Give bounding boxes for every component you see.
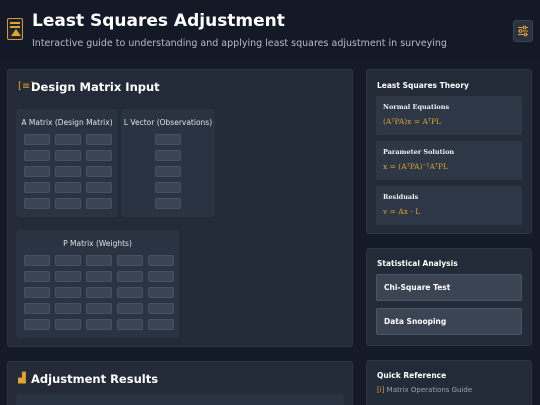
a-matrix-cell[interactable] [24,182,50,193]
l-vector-cell[interactable] [155,198,181,209]
l-vector-box: L Vector (Observations) [121,109,215,217]
p-matrix-cell[interactable] [86,271,112,282]
p-matrix-cell[interactable] [55,255,81,266]
residuals-heading: Residuals [383,193,419,201]
design-matrix-panel: [≡] Design Matrix Input A Matrix (Design… [7,69,353,347]
l-vector-cell[interactable] [155,134,181,145]
design-matrix-title: Design Matrix Input [31,80,160,94]
p-matrix-label: P Matrix (Weights) [63,239,132,248]
p-matrix-cell[interactable] [148,255,174,266]
theory-title: Least Squares Theory [377,81,469,90]
p-matrix-cell[interactable] [55,303,81,314]
data-snooping-button[interactable]: Data Snooping [376,308,522,335]
l-vector-label: L Vector (Observations) [123,118,213,127]
a-matrix-cell[interactable] [24,166,50,177]
p-matrix-cell[interactable] [117,271,143,282]
p-matrix-cell[interactable] [117,287,143,298]
app-subtitle: Interactive guide to understanding and a… [32,38,447,49]
a-matrix-cell[interactable] [55,166,81,177]
p-matrix-cell[interactable] [24,303,50,314]
logo [7,18,23,40]
l-vector-cell[interactable] [155,166,181,177]
a-matrix-cell[interactable] [86,182,112,193]
p-matrix-cell[interactable] [117,319,143,330]
quick-reference-panel: Quick Reference [366,360,532,405]
p-matrix-cell[interactable] [24,271,50,282]
a-matrix-cell[interactable] [55,134,81,145]
matrix-operations-guide-label: Matrix Operations Guide [386,386,473,394]
parameter-solution-card: Parameter Solution x = (AᵀPA)⁻¹AᵀPL [376,141,522,180]
matrix-operations-guide-link[interactable]: [i] Matrix Operations Guide [377,386,472,394]
normal-equations-formula: (AᵀPA)x = AᵀPL [383,117,442,126]
p-matrix-cell[interactable] [148,271,174,282]
adjustment-results-title: Adjustment Results [31,372,159,386]
results-content [16,394,344,405]
quick-reference-title: Quick Reference [377,371,447,380]
a-matrix-cell[interactable] [55,198,81,209]
parameter-solution-heading: Parameter Solution [383,148,455,156]
a-matrix-box: A Matrix (Design Matrix) [16,109,118,217]
residuals-formula: v = Ax - L [383,207,421,216]
p-matrix-cell[interactable] [117,255,143,266]
a-matrix-cell[interactable] [86,198,112,209]
p-matrix-cell[interactable] [86,303,112,314]
p-matrix-cell[interactable] [24,319,50,330]
a-matrix-cell[interactable] [24,134,50,145]
a-matrix-label: A Matrix (Design Matrix) [21,118,113,127]
p-matrix-cell[interactable] [148,287,174,298]
p-matrix-cell[interactable] [86,287,112,298]
p-matrix-cell[interactable] [24,255,50,266]
parameter-solution-formula: x = (AᵀPA)⁻¹AᵀPL [383,162,449,171]
p-matrix-cell[interactable] [86,255,112,266]
a-matrix-cell[interactable] [24,198,50,209]
p-matrix-cell[interactable] [117,303,143,314]
l-vector-cell[interactable] [155,150,181,161]
app-title: Least Squares Adjustment [32,11,285,31]
statistical-analysis-title: Statistical Analysis [377,259,458,268]
sliders-icon [518,25,528,37]
a-matrix-cell[interactable] [86,166,112,177]
l-vector-cell[interactable] [155,182,181,193]
settings-button[interactable] [513,20,533,42]
p-matrix-cell[interactable] [55,271,81,282]
app-header: Least Squares Adjustment Interactive gui… [0,0,540,60]
a-matrix-cell[interactable] [24,150,50,161]
a-matrix-cell[interactable] [86,150,112,161]
normal-equations-card: Normal Equations (AᵀPA)x = AᵀPL [376,96,522,135]
p-matrix-cell[interactable] [24,287,50,298]
doc-icon: [i] [377,386,385,394]
residuals-card: Residuals v = Ax - L [376,186,522,225]
a-matrix-cell[interactable] [86,134,112,145]
a-matrix-cell[interactable] [55,182,81,193]
chart-icon: ▟ [18,373,26,384]
p-matrix-cell[interactable] [86,319,112,330]
p-matrix-cell[interactable] [148,303,174,314]
p-matrix-cell[interactable] [148,319,174,330]
p-matrix-cell[interactable] [55,319,81,330]
chi-square-test-button[interactable]: Chi-Square Test [376,274,522,301]
a-matrix-cell[interactable] [55,150,81,161]
p-matrix-cell[interactable] [55,287,81,298]
normal-equations-heading: Normal Equations [383,103,450,111]
p-matrix-box: P Matrix (Weights) [16,230,179,338]
adjustment-results-panel: ▟ Adjustment Results [7,361,353,405]
